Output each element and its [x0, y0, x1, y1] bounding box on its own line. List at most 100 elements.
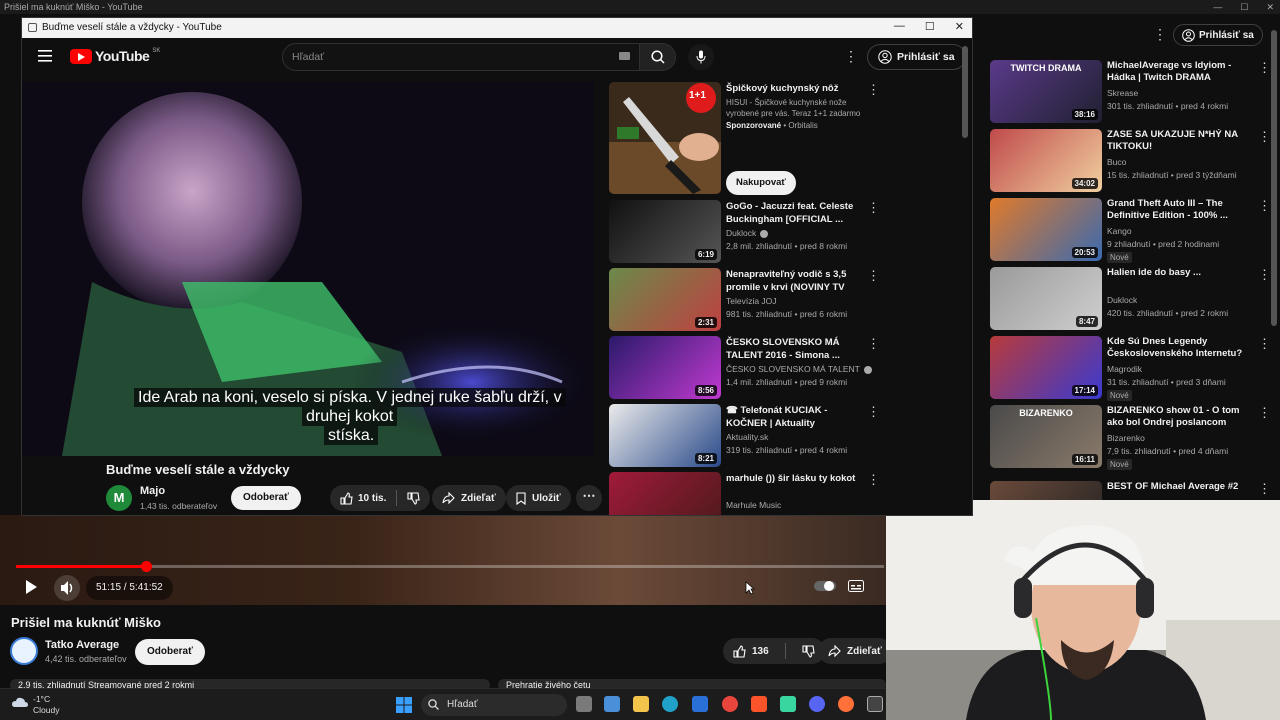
store-icon[interactable]	[692, 696, 708, 712]
ad-kebab-icon[interactable]: ⋮	[867, 82, 880, 98]
outer-related-kebab-icon[interactable]: ⋮	[1258, 267, 1271, 283]
outer-related-thumbnail[interactable]: BIZARENKO 16:11	[990, 405, 1102, 468]
outer-related-title[interactable]: Grand Theft Auto III – The Definitive Ed…	[1107, 198, 1257, 222]
related-video-item[interactable]: marhule ()) šir lásku ty kokot Marhule Mu…	[609, 472, 885, 515]
related-kebab-icon[interactable]: ⋮	[867, 404, 880, 420]
related-video-item[interactable]: 8:56 ČESKO SLOVENSKO MÁ TALENT 2016 - Sim…	[609, 336, 885, 399]
outer-related-thumbnail[interactable]: 8:47	[990, 267, 1102, 330]
share-button[interactable]: Zdieľať	[432, 485, 506, 511]
outer-related-kebab-icon[interactable]: ⋮	[1258, 481, 1271, 497]
related-video-item[interactable]: 2:31 Nenapraviteľný vodič s 3,5 promile v…	[609, 268, 885, 331]
outer-maximize-button[interactable]: ☐	[1240, 0, 1248, 14]
obs-icon[interactable]	[867, 696, 883, 712]
hamburger-menu-icon[interactable]	[38, 50, 52, 62]
related-thumbnail[interactable]	[609, 472, 721, 515]
related-title[interactable]: Nenapraviteľný vodič s 3,5 promile v krv…	[726, 268, 866, 295]
outer-related-item[interactable]: 8:47 Halien ide do basy ... Duklock 420 tis…	[990, 267, 1275, 331]
related-channel[interactable]: Duklock	[726, 228, 769, 238]
notepad-icon[interactable]	[780, 696, 796, 712]
youtube-logo[interactable]: YouTube SK	[70, 48, 160, 64]
outer-subscribe-button[interactable]: Odoberať	[135, 639, 205, 665]
outer-related-kebab-icon[interactable]: ⋮	[1258, 60, 1271, 76]
outer-related-channel[interactable]: Buco	[1107, 157, 1126, 167]
discord-icon[interactable]	[809, 696, 825, 712]
ad-thumbnail[interactable]: 1+1	[609, 82, 721, 194]
save-button[interactable]: Uložiť	[506, 485, 571, 511]
brave-icon[interactable]	[751, 696, 767, 712]
search-button[interactable]	[640, 43, 676, 71]
outer-related-title[interactable]: ZASE SA UKAZUJE N*HÝ NA TIKTOKU!	[1107, 129, 1257, 153]
play-icon[interactable]	[24, 579, 38, 595]
related-thumbnail[interactable]: 8:21	[609, 404, 721, 467]
related-video-item[interactable]: 8:21 ☎ Telefonát KUCIAK - KOČNER | Aktual…	[609, 404, 885, 467]
outer-related-thumbnail[interactable]: 34:02	[990, 129, 1102, 192]
keyboard-icon[interactable]	[619, 52, 630, 60]
shop-now-button[interactable]: Nakupovať	[726, 171, 796, 195]
outer-related-channel[interactable]: Duklock	[1107, 295, 1137, 305]
sponsored-ad[interactable]: 1+1 Špičkový kuchynský nôž HISUI - Špičk…	[609, 82, 885, 195]
related-channel[interactable]: Televízia JOJ	[726, 296, 777, 306]
outer-settings-kebab-icon[interactable]: ⋮	[1153, 26, 1167, 43]
volume-icon[interactable]	[54, 575, 80, 601]
chrome-icon[interactable]	[722, 696, 738, 712]
related-title[interactable]: GoGo - Jacuzzi feat. Celeste Buckingham …	[726, 200, 866, 226]
outer-window-controls[interactable]: — ☐ ✕	[1213, 0, 1274, 14]
signin-button[interactable]: Prihlásiť sa	[867, 44, 966, 70]
related-video-item[interactable]: 6:19 GoGo - Jacuzzi feat. Celeste Bucking…	[609, 200, 885, 263]
related-thumbnail[interactable]: 2:31	[609, 268, 721, 331]
voice-search-button[interactable]	[688, 44, 714, 70]
related-title[interactable]: ČESKO SLOVENSKO MÁ TALENT 2016 - Simona …	[726, 336, 866, 362]
more-actions-button[interactable]: ⋯	[576, 485, 602, 511]
outer-channel-avatar[interactable]	[10, 637, 38, 665]
related-channel-name[interactable]: ČESKO SLOVENSKO MÁ TALENT	[726, 364, 860, 374]
settings-kebab-icon[interactable]: ⋮	[844, 48, 858, 65]
file-explorer-icon[interactable]	[633, 696, 649, 712]
related-channel-name[interactable]: Televízia JOJ	[726, 296, 777, 306]
related-thumbnail[interactable]: 8:56	[609, 336, 721, 399]
outer-share-button[interactable]: Zdieľať	[818, 638, 892, 664]
channel-name[interactable]: Majo	[140, 485, 165, 497]
outer-related-channel[interactable]: Magrodik	[1107, 364, 1142, 374]
like-button[interactable]: 10 tis.	[330, 485, 396, 511]
outer-minimize-button[interactable]: —	[1213, 0, 1222, 14]
scrollbar[interactable]	[962, 46, 968, 138]
outer-like-button[interactable]: 136	[723, 644, 779, 658]
subscribe-button[interactable]: Odoberať	[231, 486, 301, 510]
related-channel[interactable]: Aktuality.sk	[726, 432, 768, 442]
outer-related-item[interactable]: TWITCH DRAMA 38:16 MichaelAverage vs Idyio…	[990, 60, 1275, 124]
outer-related-channel[interactable]: Kango	[1107, 226, 1132, 236]
outer-related-item[interactable]: 17:14 Kde Sú Dnes Legendy Československéh…	[990, 336, 1275, 401]
edge-browser-icon[interactable]	[662, 696, 678, 712]
outer-related-title[interactable]: BEST OF Michael Average #2	[1107, 481, 1257, 493]
outer-related-kebab-icon[interactable]: ⋮	[1258, 198, 1271, 214]
related-kebab-icon[interactable]: ⋮	[867, 200, 880, 216]
autoplay-toggle-icon[interactable]	[814, 580, 836, 592]
related-title[interactable]: marhule ()) šir lásku ty kokot	[726, 472, 866, 485]
related-thumbnail[interactable]: 6:19	[609, 200, 721, 263]
outer-related-title[interactable]: Halien ide do basy ...	[1107, 267, 1257, 279]
window-titlebar[interactable]: Buďme veselí stále a vždycky - YouTube —…	[22, 18, 972, 38]
related-kebab-icon[interactable]: ⋮	[867, 336, 880, 352]
outer-related-item[interactable]: BEST OF Michael Average #2 ⋮	[990, 481, 1275, 501]
outer-related-thumbnail[interactable]	[990, 481, 1102, 501]
outer-channel-name[interactable]: Tatko Average	[45, 639, 119, 651]
subtitles-icon[interactable]	[848, 580, 864, 592]
maximize-button[interactable]: ☐	[925, 20, 935, 33]
outer-related-item[interactable]: 20:53 Grand Theft Auto III – The Definiti…	[990, 198, 1275, 263]
outer-related-kebab-icon[interactable]: ⋮	[1258, 405, 1271, 421]
firefox-icon[interactable]	[838, 696, 854, 712]
widgets-icon[interactable]	[604, 696, 620, 712]
minimize-button[interactable]: —	[894, 20, 905, 33]
outer-related-title[interactable]: Kde Sú Dnes Legendy Československého Int…	[1107, 336, 1257, 360]
taskbar-search[interactable]: Hľadať	[421, 694, 567, 716]
channel-avatar[interactable]: M	[106, 485, 132, 511]
search-input[interactable]: Hľadať	[282, 43, 640, 71]
related-channel-name[interactable]: Aktuality.sk	[726, 432, 768, 442]
ad-title[interactable]: Špičkový kuchynský nôž	[726, 82, 866, 95]
outer-close-button[interactable]: ✕	[1266, 0, 1274, 14]
outer-related-thumbnail[interactable]: 17:14	[990, 336, 1102, 399]
outer-related-kebab-icon[interactable]: ⋮	[1258, 336, 1271, 352]
outer-related-channel[interactable]: Skrease	[1107, 88, 1138, 98]
related-kebab-icon[interactable]: ⋮	[867, 268, 880, 284]
dislike-button[interactable]	[397, 485, 430, 511]
